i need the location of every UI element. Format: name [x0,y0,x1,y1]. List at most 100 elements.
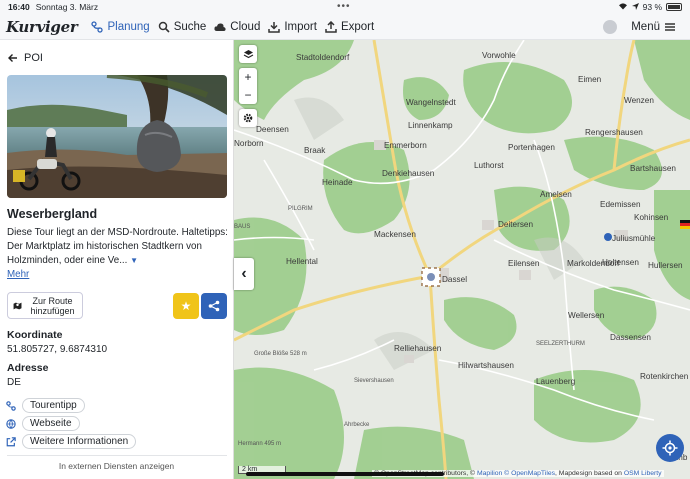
map-town-label: Mackensen [374,230,416,239]
link-webseite[interactable]: Webseite [6,416,80,431]
search-icon [158,21,170,33]
map-town-label: Deitersen [498,220,533,229]
map-town-label: Norborn [234,139,264,148]
map-town-label: Luthorst [474,161,504,170]
nav-export[interactable]: Export [325,20,375,33]
poi-panel: POI Weserbergland Diese Tour liegt an de… [0,40,234,479]
route-icon [6,400,16,411]
nav-label: Planung [107,20,150,33]
zoom-in-button[interactable]: + [239,68,257,86]
map-town-label: Juliusmühle [612,234,656,243]
hamburger-icon [665,22,675,31]
map-town-label: Hilwartshausen [458,361,514,370]
attribution-link-mapilion[interactable]: Mapilion [477,470,502,477]
nav-label: Import [284,20,317,33]
map-view[interactable]: Stadtoldendorf Vorwohle Eimen Wangelnste… [234,40,690,479]
map-town-label: Linnenkamp [408,121,453,130]
menu-label: Menü [631,20,660,33]
map-town-label: Rengershausen [585,128,643,137]
link-label[interactable]: Weitere Informationen [22,434,137,449]
description-text: Diese Tour liegt an der MSD-Nordroute. H… [7,227,228,266]
status-date: Sonntag 3. März [35,2,99,12]
zoom-out-button[interactable]: − [239,86,257,104]
layers-button[interactable] [239,45,257,63]
map-town-label: Ahrbecke [344,422,370,428]
map-town-label: Relliehausen [394,344,442,353]
top-navigation-bar: Kurviger Planung Suche Cloud Import Expo… [0,14,690,40]
map-town-label: Dassel [442,275,467,284]
poi-title: Weserbergland [7,207,98,221]
link-label[interactable]: Tourentipp [22,398,85,413]
map-town-label: Stadtoldendorf [296,53,350,62]
collapse-panel-button[interactable]: ‹ [234,258,254,290]
locate-me-button[interactable] [656,434,684,462]
poi-description: Diese Tour liegt an der MSD-Nordroute. H… [7,226,229,282]
map-town-label: Amelsen [540,190,572,199]
location-icon [631,2,639,12]
layers-icon [239,45,257,63]
poi-photo[interactable] [7,75,227,198]
divider [7,455,227,456]
map-town-label: Dassensen [610,333,651,342]
map-town-label: Braak [304,146,326,155]
expand-caret-icon[interactable]: ▼ [130,256,138,265]
map-town-label: Rotenkirchen [640,372,689,381]
attribution-link-openmaptiles[interactable]: © OpenMapTiles [504,470,555,477]
map-town-label: Hullersen [648,261,683,270]
menu-button[interactable]: Menü [631,21,676,33]
battery-icon [666,3,682,11]
map-town-label: Denkiehausen [382,169,435,178]
link-tourentipp[interactable]: Tourentipp [6,398,85,413]
map-town-label: Edemissen [600,200,641,209]
attribution-link-osm-liberty[interactable]: OSM Liberty [624,470,662,477]
gear-icon [239,109,257,127]
export-icon [325,20,337,33]
import-icon [268,21,281,33]
map-town-label: Wenzen [624,96,654,105]
external-services-label: In externen Diensten anzeigen [58,461,175,471]
nav-label: Suche [173,20,207,33]
map-town-label: Emmerborn [384,141,427,150]
nav-planung[interactable]: Planung [91,20,150,33]
share-icon [208,300,220,312]
map-town-label: Portenhagen [508,143,555,152]
back-button[interactable]: POI [8,52,43,64]
wifi-icon [618,2,628,12]
map-peak-label: Hermann 495 m [238,441,281,447]
link-weitere-informationen[interactable]: Weitere Informationen [6,434,137,449]
link-label[interactable]: Webseite [22,416,80,431]
add-to-route-button[interactable]: Zur Route hinzufügen [7,292,83,319]
settings-button[interactable] [239,109,257,127]
map-town-label: Sievershausen [354,378,394,384]
multitask-dots-icon[interactable]: ••• [337,1,351,12]
back-label: POI [24,52,43,64]
more-link[interactable]: Mehr [7,269,29,280]
app-logo[interactable]: Kurviger [6,18,78,36]
map-town-label: Hellental [286,257,318,266]
map-town-label: Eilensen [508,259,540,268]
germany-flag-icon [680,220,690,229]
status-time: 16:40 [8,2,30,12]
map-icon [13,302,22,309]
external-link-icon [6,436,16,446]
address-label: Adresse [7,362,49,374]
avatar[interactable] [603,19,618,34]
zoom-controls: + − [239,68,257,104]
attribution-middle: , Mapdesign based on [555,470,622,477]
chevron-left-icon: ‹ [241,265,247,282]
map-town-label: Wellersen [568,311,605,320]
home-indicator[interactable] [246,472,444,476]
nav-label: Export [340,20,375,33]
nav-suche[interactable]: Suche [158,20,207,33]
map-town-label: Kohinsen [634,213,669,222]
map-town-label: Heinade [322,178,353,187]
cloud-icon [214,22,226,31]
map-town-label: Bartshausen [630,164,676,173]
nav-cloud[interactable]: Cloud [214,21,260,33]
share-button[interactable] [201,293,227,319]
coords-value: 51.805727, 9.6874310 [7,344,108,355]
favorite-button[interactable]: ★ [173,293,199,319]
map-town-label: Lauenberg [536,377,576,386]
nav-import[interactable]: Import [268,21,317,33]
address-value: DE [7,377,21,388]
